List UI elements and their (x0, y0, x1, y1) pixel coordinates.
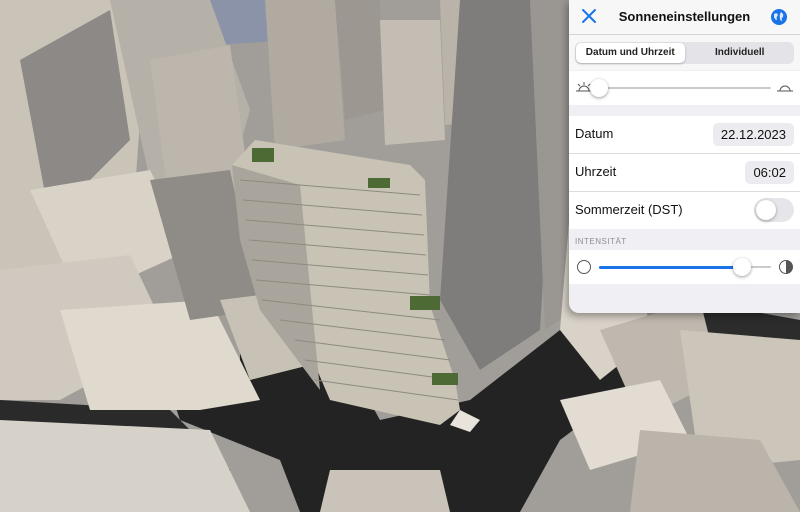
dst-row: Sommerzeit (DST) (569, 192, 800, 229)
sunset-icon (777, 85, 793, 92)
dst-toggle-knob (756, 200, 776, 220)
tab-individuell[interactable]: Individuell (686, 42, 795, 64)
intensity-slider-thumb[interactable] (732, 258, 751, 276)
sun-slider-thumb[interactable] (590, 79, 608, 97)
time-row: Uhrzeit 06:02 (569, 154, 800, 192)
dst-label: Sommerzeit (DST) (575, 202, 683, 217)
dst-toggle[interactable] (754, 198, 794, 222)
date-field[interactable]: 22.12.2023 (712, 123, 794, 146)
intensity-slider[interactable] (569, 250, 800, 284)
date-row: Datum 22.12.2023 (569, 116, 800, 154)
intensity-section-label: INTENSITÄT (575, 237, 627, 246)
sun-settings-panel: Sonneneinstellungen Datum und Uhrzeit In… (569, 0, 800, 313)
contrast-icon (779, 260, 793, 274)
circle-empty-icon (577, 260, 591, 274)
globe-icon[interactable] (770, 8, 788, 26)
panel-header: Sonneneinstellungen (569, 0, 800, 35)
date-label: Datum (575, 126, 614, 141)
time-field[interactable]: 06:02 (745, 161, 794, 184)
sun-slider-track[interactable] (599, 87, 771, 89)
panel-title: Sonneneinstellungen (618, 9, 751, 24)
intensity-slider-fill (599, 266, 742, 269)
tab-datum-und-uhrzeit[interactable]: Datum und Uhrzeit (576, 43, 685, 63)
time-label: Uhrzeit (575, 164, 617, 179)
sun-position-slider[interactable] (569, 71, 800, 105)
mode-segmented-control: Datum und Uhrzeit Individuell (569, 35, 800, 70)
